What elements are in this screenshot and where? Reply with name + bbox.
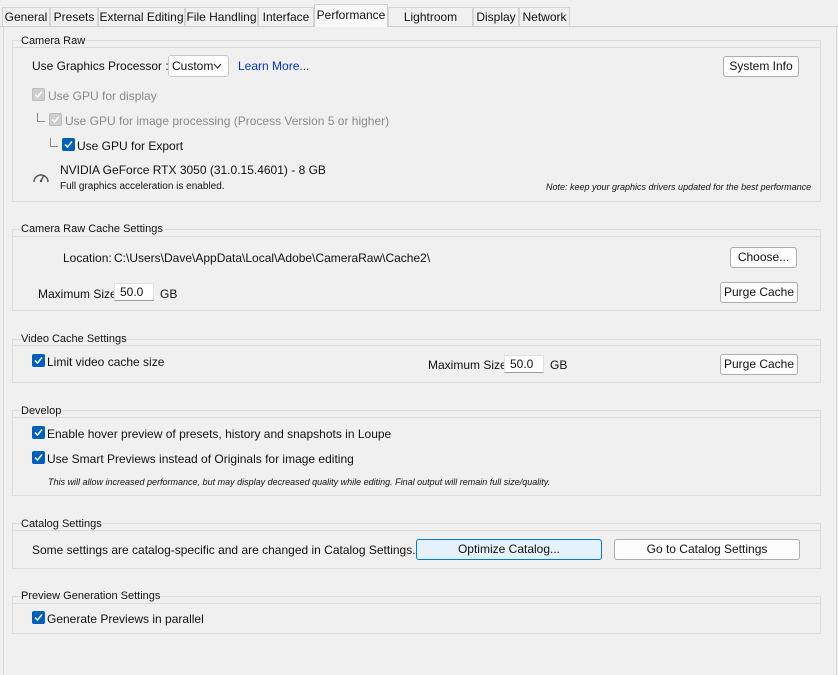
camera-raw-title: Camera Raw <box>21 35 86 47</box>
gauge-icon <box>32 169 50 188</box>
tab-external-editing[interactable]: External Editing <box>98 7 185 26</box>
tab-display[interactable]: Display <box>473 7 519 26</box>
catalog-text: Some settings are catalog-specific and a… <box>32 543 416 557</box>
gpu-label: Use Graphics Processor : <box>32 59 169 73</box>
catalog-title: Catalog Settings <box>21 518 102 530</box>
gpu-display-checkbox[interactable] <box>32 88 45 101</box>
video-cache-title: Video Cache Settings <box>21 333 127 345</box>
video-cache-divider <box>12 345 821 346</box>
gpu-select[interactable]: Custom <box>168 55 229 77</box>
gpu-name: NVIDIA GeForce RTX 3050 (31.0.15.4601) -… <box>60 163 326 177</box>
cache-divider <box>12 236 821 237</box>
gpu-processing-label: Use GPU for image processing (Process Ve… <box>65 114 390 128</box>
tree-connector <box>37 113 45 122</box>
tab-file-handling[interactable]: File Handling <box>185 7 258 26</box>
camera-raw-divider <box>12 47 821 48</box>
cache-unit: GB <box>160 287 178 301</box>
cache-max-size-label: Maximum Size: <box>38 287 121 301</box>
preferences-tab-bar: General Presets External Editing File Ha… <box>0 0 838 43</box>
go-to-catalog-settings-button[interactable]: Go to Catalog Settings <box>614 539 800 560</box>
smart-previews-checkbox[interactable] <box>32 451 45 464</box>
develop-divider <box>12 417 821 418</box>
driver-note: Note: keep your graphics drivers updated… <box>546 182 812 192</box>
cache-max-size-input[interactable]: 50.0 <box>114 283 154 301</box>
tab-presets[interactable]: Presets <box>50 7 98 26</box>
video-max-size-label: Maximum Size: <box>428 358 511 372</box>
hover-preview-label: Enable hover preview of presets, history… <box>47 427 392 441</box>
tab-network[interactable]: Network <box>519 7 570 26</box>
video-unit: GB <box>550 358 568 372</box>
location-label: Location: <box>63 251 112 265</box>
chevron-down-icon <box>213 56 222 82</box>
tab-performance[interactable]: Performance <box>314 4 388 27</box>
gpu-export-label: Use GPU for Export <box>77 139 184 153</box>
gpu-select-value: Custom <box>172 59 214 73</box>
preview-divider <box>12 603 821 604</box>
learn-more-link[interactable]: Learn More... <box>238 59 309 73</box>
choose-button[interactable]: Choose... <box>730 247 797 268</box>
gpu-status: Full graphics acceleration is enabled. <box>60 181 225 192</box>
video-purge-cache-button[interactable]: Purge Cache <box>720 354 798 375</box>
tree-connector <box>50 138 58 147</box>
video-max-size-input[interactable]: 50.0 <box>504 355 544 373</box>
limit-video-cache-label: Limit video cache size <box>47 355 165 369</box>
develop-title: Develop <box>21 405 62 417</box>
purge-cache-button[interactable]: Purge Cache <box>720 282 798 303</box>
system-info-button[interactable]: System Info <box>723 56 799 77</box>
develop-note: This will allow increased performance, b… <box>48 477 551 487</box>
limit-video-cache-checkbox[interactable] <box>32 354 45 367</box>
catalog-divider <box>12 530 821 531</box>
hover-preview-checkbox[interactable] <box>32 426 45 439</box>
optimize-catalog-button[interactable]: Optimize Catalog... <box>416 539 602 560</box>
location-value: C:\Users\Dave\AppData\Local\Adobe\Camera… <box>114 251 431 265</box>
preview-title: Preview Generation Settings <box>21 590 161 602</box>
gpu-display-label: Use GPU for display <box>48 89 157 103</box>
tab-interface[interactable]: Interface <box>258 7 314 26</box>
tab-lightroom-sync[interactable]: Lightroom Sync <box>388 7 473 43</box>
tab-general[interactable]: General <box>2 7 50 26</box>
parallel-previews-label: Generate Previews in parallel <box>47 612 204 626</box>
gpu-export-checkbox[interactable] <box>62 138 75 151</box>
parallel-previews-checkbox[interactable] <box>32 611 45 624</box>
smart-previews-label: Use Smart Previews instead of Originals … <box>47 452 354 466</box>
cache-title: Camera Raw Cache Settings <box>21 223 163 235</box>
gpu-processing-checkbox[interactable] <box>49 113 62 126</box>
